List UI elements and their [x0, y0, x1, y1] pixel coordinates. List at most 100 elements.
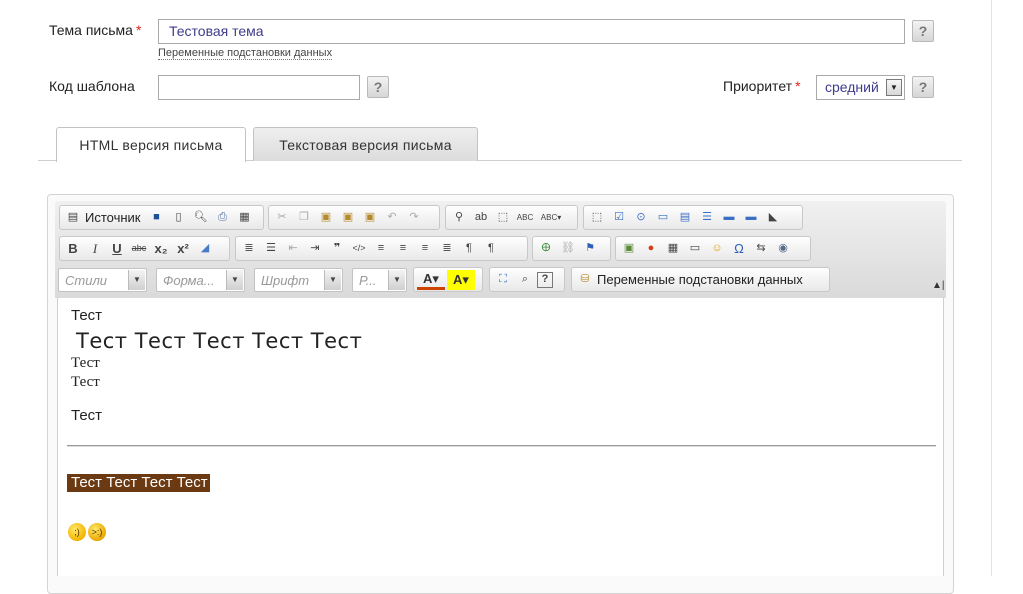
find-icon[interactable]: ⚲ — [449, 208, 469, 228]
button-field-icon[interactable]: ▬ — [719, 208, 739, 228]
bold-button[interactable]: B — [63, 239, 83, 259]
paste-word-icon[interactable]: ▣ — [360, 208, 380, 228]
paste-icon[interactable]: ▣ — [316, 208, 336, 228]
form-icon[interactable]: ⬚ — [587, 208, 607, 228]
italic-button[interactable]: I — [85, 239, 105, 259]
highlighted-text: Тест Тест Тест Тест — [67, 474, 210, 492]
superscript-button[interactable]: x² — [173, 239, 193, 259]
ltr-icon[interactable]: ¶ — [459, 239, 479, 259]
div-container-icon[interactable]: </> — [349, 239, 369, 259]
toolbar-group-clipboard: ✂ ❐ ▣ ▣ ▣ ↶ ↷ — [268, 205, 440, 230]
textarea-icon[interactable]: ▤ — [675, 208, 695, 228]
chevron-down-icon: ▼ — [128, 270, 145, 290]
priority-help-button[interactable]: ? — [912, 76, 934, 98]
subject-input[interactable]: Тестовая тема — [158, 19, 905, 44]
iframe-icon[interactable]: ◉ — [773, 239, 793, 259]
blockquote-icon[interactable]: ❞ — [327, 239, 347, 259]
toolbar-group-paragraph: ≣ ☰ ⇤ ⇥ ❞ </> ≡ ≡ ≡ ≣ ¶ ¶ — [235, 236, 528, 261]
priority-select[interactable]: средний ▼ — [816, 75, 905, 100]
outdent-icon[interactable]: ⇤ — [283, 239, 303, 259]
preview-icon[interactable]: 🔍︎ — [191, 208, 211, 228]
align-center-icon[interactable]: ≡ — [393, 239, 413, 259]
print-icon[interactable]: ⎙ — [213, 208, 233, 228]
database-icon: ⛁ — [580, 273, 590, 285]
show-blocks-icon[interactable]: ⌕ — [515, 270, 535, 290]
flash-icon[interactable]: ● — [641, 239, 661, 259]
font-combo-label: Шрифт — [261, 273, 310, 288]
right-divider — [991, 0, 992, 576]
tab-text-version[interactable]: Текстовая версия письма — [253, 127, 478, 161]
link-icon[interactable]: 🜨 — [536, 239, 556, 259]
toolbar-group-insert: ▣ ● ▦ ▭ ☺ Ω ⇆ ◉ — [615, 236, 811, 261]
align-left-icon[interactable]: ≡ — [371, 239, 391, 259]
unlink-icon[interactable]: ⛓ — [558, 239, 578, 259]
subject-label: Тема письма * — [49, 22, 142, 38]
anchor-flag-icon[interactable]: ⚑ — [580, 239, 600, 259]
help-button[interactable]: ? — [537, 271, 553, 288]
remove-format-icon[interactable]: ◢ — [195, 239, 215, 259]
replace-icon[interactable]: ab — [471, 208, 491, 228]
paste-text-icon[interactable]: ▣ — [338, 208, 358, 228]
table-icon[interactable]: ▦ — [663, 239, 683, 259]
select-all-icon[interactable]: ⬚ — [493, 208, 513, 228]
source-button[interactable]: Источник — [85, 208, 145, 228]
checkbox-icon[interactable]: ☑ — [609, 208, 629, 228]
content-line-1: Тест — [71, 307, 103, 324]
rtl-icon[interactable]: ¶ — [481, 239, 501, 259]
template-code-label: Код шаблона — [49, 78, 135, 94]
size-combo-label: Р... — [359, 273, 377, 288]
content-line-5: Тест — [71, 407, 103, 424]
vars-hint-link[interactable]: Переменные подстановки данных — [158, 47, 333, 60]
underline-button[interactable]: U — [107, 239, 127, 259]
radio-icon[interactable]: ⊙ — [631, 208, 651, 228]
image-icon[interactable]: ▣ — [619, 239, 639, 259]
save-icon[interactable]: ■ — [147, 208, 167, 228]
priority-label: Приоритет * — [723, 78, 801, 94]
image-button-icon[interactable]: ▬ — [741, 208, 761, 228]
bg-color-button[interactable]: A ▾ — [447, 269, 475, 290]
text-color-button[interactable]: A ▾ — [417, 270, 445, 290]
tab-html-version[interactable]: HTML версия письма — [56, 127, 246, 162]
template-code-help-button[interactable]: ? — [367, 76, 389, 98]
priority-value: средний — [825, 79, 879, 95]
select-field-icon[interactable]: ☰ — [697, 208, 717, 228]
smiley-icon[interactable]: ☺ — [707, 239, 727, 259]
bulleted-list-icon[interactable]: ☰ — [261, 239, 281, 259]
smileys: ;) >:) — [68, 523, 106, 541]
vars-toolbar-button[interactable]: ⛁ Переменные подстановки данных — [571, 267, 830, 292]
redo-icon[interactable]: ↷ — [404, 208, 424, 228]
text-field-icon[interactable]: ▭ — [653, 208, 673, 228]
copy-icon[interactable]: ❐ — [294, 208, 314, 228]
strike-button[interactable]: abc — [129, 239, 149, 259]
required-mark: * — [135, 22, 142, 38]
toolbar-group-tools: ⛶ ⌕ ? — [489, 267, 565, 292]
cut-icon[interactable]: ✂ — [272, 208, 292, 228]
indent-icon[interactable]: ⇥ — [305, 239, 325, 259]
smiley-wink-icon: ;) — [68, 523, 86, 541]
new-page-icon[interactable]: ▯ — [169, 208, 189, 228]
spellcheck-icon[interactable]: ABC — [515, 208, 535, 228]
maximize-icon[interactable]: ⛶ — [493, 270, 513, 290]
spellcheck-as-you-type-icon[interactable]: ABC▾ — [537, 208, 565, 228]
chevron-down-icon: ▼ — [226, 270, 243, 290]
size-combo[interactable]: Р... ▼ — [352, 268, 407, 292]
justify-icon[interactable]: ≣ — [437, 239, 457, 259]
page-break-icon[interactable]: ⇆ — [751, 239, 771, 259]
horizontal-rule-icon[interactable]: ▭ — [685, 239, 705, 259]
styles-combo[interactable]: Стили ▼ — [58, 268, 147, 292]
templates-icon[interactable]: ▦ — [235, 208, 255, 228]
numbered-list-icon[interactable]: ≣ — [239, 239, 259, 259]
font-combo[interactable]: Шрифт ▼ — [254, 268, 343, 292]
editor-content[interactable]: Тест Тест Тест Тест Тест Тест Тест Тест … — [57, 298, 944, 576]
undo-icon[interactable]: ↶ — [382, 208, 402, 228]
subscript-button[interactable]: x₂ — [151, 239, 171, 259]
subject-help-button[interactable]: ? — [912, 20, 934, 42]
collapse-toolbar-button[interactable]: ▲| — [932, 280, 945, 291]
align-right-icon[interactable]: ≡ — [415, 239, 435, 259]
horizontal-rule — [67, 445, 936, 447]
template-code-input[interactable] — [158, 75, 360, 100]
styles-combo-label: Стили — [65, 273, 108, 288]
format-combo[interactable]: Форма... ▼ — [156, 268, 245, 292]
hidden-field-icon[interactable]: ◣ — [763, 208, 783, 228]
special-char-icon[interactable]: Ω — [729, 239, 749, 259]
